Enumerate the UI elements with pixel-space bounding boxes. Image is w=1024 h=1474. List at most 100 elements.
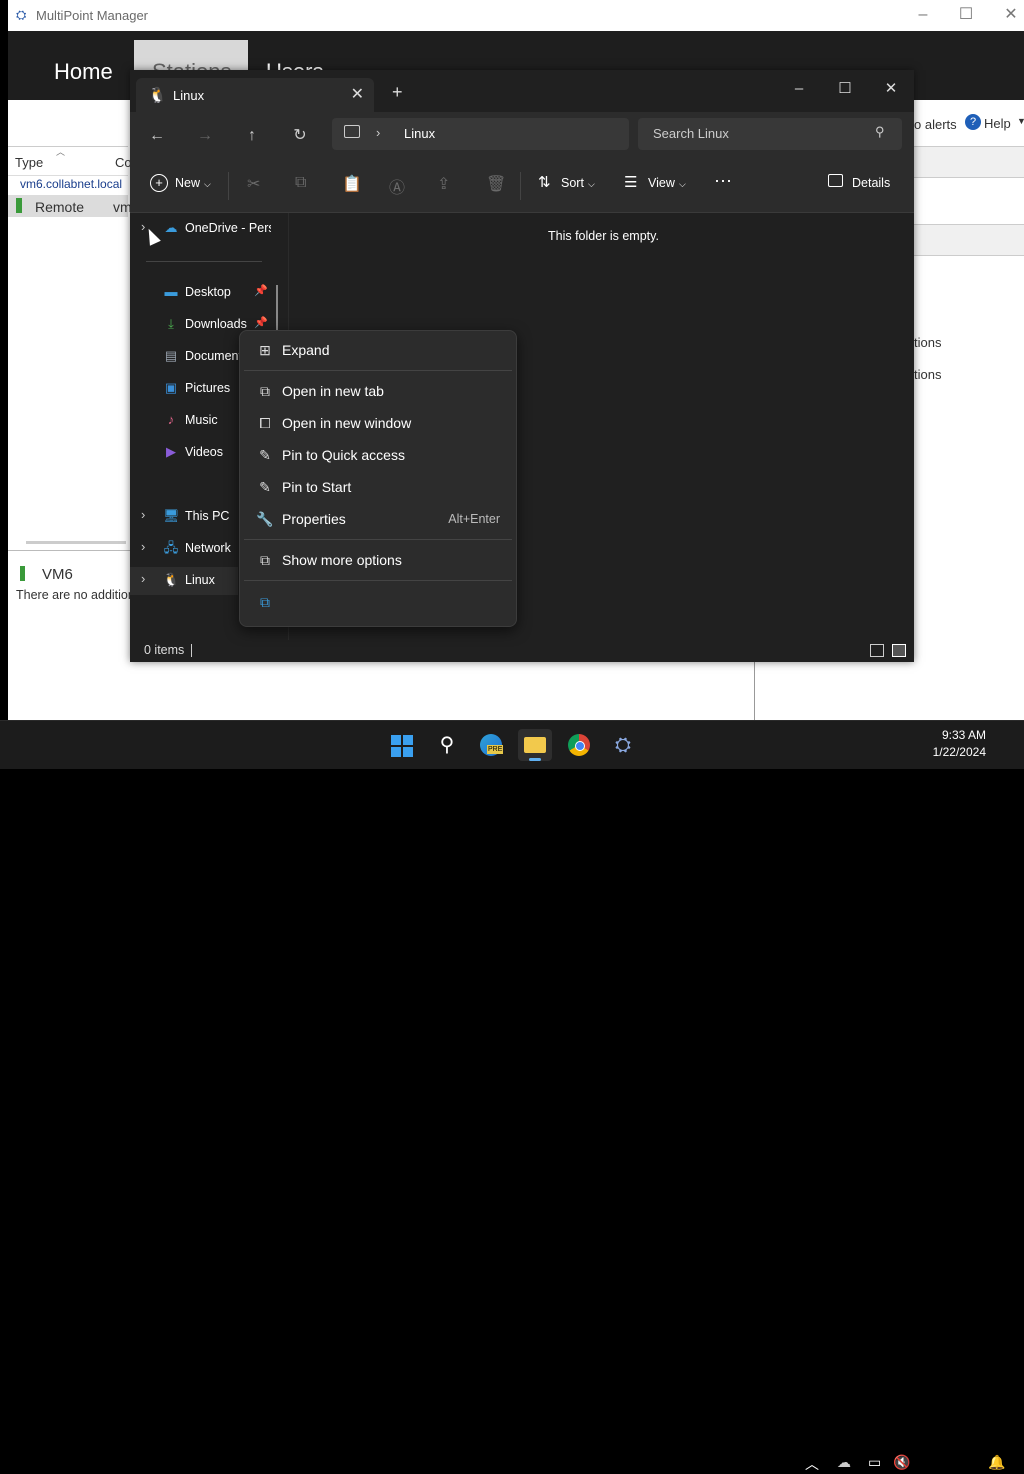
volume-muted-icon[interactable]: 🔇 — [893, 1454, 910, 1471]
network-icon: 🖧 — [163, 540, 179, 555]
rename-icon[interactable]: Ⓐ — [389, 174, 405, 198]
chevron-right-icon[interactable]: › — [141, 507, 145, 522]
pin-icon: 📌 — [254, 285, 268, 297]
minimize-button[interactable]: – — [776, 74, 822, 104]
back-arrow-icon[interactable]: ← — [145, 124, 169, 148]
onedrive-cloud-icon[interactable]: ☁ — [837, 1454, 851, 1471]
view-icon: ☰ — [624, 174, 638, 191]
search-input[interactable]: Search Linux — [653, 126, 729, 141]
cut-icon[interactable]: ✂ — [247, 174, 260, 194]
tiles-view-icon[interactable] — [892, 644, 906, 657]
menu-item-open-new-window[interactable]: ⧠ Open in new window — [244, 407, 512, 439]
nav-item-linux[interactable]: › 🐧 Linux — [130, 567, 238, 595]
mpm-scrollbar[interactable] — [26, 541, 126, 544]
pin-icon: ✎ — [259, 479, 271, 495]
mpm-title: MultiPoint Manager — [36, 8, 148, 23]
pin-icon: 📌 — [254, 317, 268, 329]
search-box[interactable]: Search Linux ⚲ — [638, 118, 902, 150]
more-options-icon: ⧉ — [260, 552, 270, 568]
menu-item-copy[interactable]: ⧉ — [244, 586, 512, 618]
start-button[interactable] — [385, 729, 419, 761]
menu-item-label: Open in new tab — [282, 383, 384, 399]
search-icon[interactable]: ⚲ — [430, 729, 464, 761]
up-arrow-icon[interactable]: ↑ — [240, 124, 264, 148]
mpm-col-type[interactable]: Type — [15, 155, 43, 170]
chevron-right-icon[interactable]: › — [141, 571, 145, 586]
chevron-right-icon[interactable]: › — [376, 125, 380, 140]
chevron-down-icon[interactable]: ▼ — [1017, 116, 1024, 126]
paste-icon[interactable]: 📋 — [342, 174, 362, 194]
explorer-tab[interactable]: 🐧 Linux ✕ — [136, 78, 374, 112]
nav-item-desktop[interactable]: ▬ Desktop 📌 — [130, 279, 288, 307]
mpm-right-text[interactable]: tions — [914, 367, 941, 382]
folder-icon — [524, 737, 546, 753]
mpm-close-button[interactable]: ✕ — [996, 4, 1024, 26]
more-options-icon[interactable]: ⋯ — [714, 171, 732, 192]
mpm-vm-desc: There are no addition — [16, 588, 135, 602]
help-icon[interactable]: ? — [965, 114, 981, 130]
chevron-down-icon[interactable]: ⌵ — [679, 179, 686, 190]
chrome-center-icon — [575, 741, 585, 751]
edge-browser-icon[interactable]: PRE — [474, 729, 508, 761]
close-tab-icon[interactable]: ✕ — [351, 84, 364, 104]
windows-logo-icon — [403, 747, 413, 757]
forward-arrow-icon[interactable]: → — [193, 124, 217, 148]
details-view-icon[interactable] — [870, 644, 884, 657]
menu-item-pin-quick-access[interactable]: ✎ Pin to Quick access — [244, 439, 512, 471]
nav-item-label: Music — [185, 413, 218, 427]
nav-item-label: Network — [185, 541, 231, 555]
mpm-minimize-button[interactable]: – — [908, 4, 938, 26]
menu-item-pin-start[interactable]: ✎ Pin to Start — [244, 471, 512, 503]
chevron-down-icon[interactable]: ⌵ — [588, 179, 595, 190]
videos-icon: ▶ — [166, 444, 176, 459]
menu-item-properties[interactable]: 🔧 Properties Alt+Enter — [244, 503, 512, 535]
delete-icon[interactable]: 🗑 — [486, 174, 506, 194]
close-button[interactable]: ✕ — [868, 74, 914, 104]
clock-date[interactable]: 1/22/2024 — [916, 745, 986, 759]
refresh-icon[interactable]: ↻ — [288, 124, 312, 148]
menu-separator — [244, 539, 512, 540]
chrome-icon[interactable] — [562, 729, 596, 761]
file-explorer-icon[interactable] — [518, 729, 552, 761]
view-button[interactable]: View — [648, 176, 675, 190]
this-pc-icon: 🖥 — [163, 508, 180, 523]
menu-item-open-new-tab[interactable]: ⧉ Open in new tab — [244, 375, 512, 407]
chevron-down-icon[interactable]: ⌵ — [204, 179, 211, 190]
maximize-button[interactable]: ☐ — [822, 74, 868, 104]
onedrive-cloud-icon: ☁ — [164, 220, 178, 235]
explorer-toolbar: + New ⌵ ✂ ⧉ 📋 Ⓐ ⇪ 🗑 ⇅ Sort ⌵ ☰ View ⌵ ⋯ … — [130, 158, 914, 213]
sort-button[interactable]: Sort — [561, 176, 584, 190]
search-icon[interactable]: ⚲ — [875, 124, 885, 140]
mpm-row-remote[interactable]: Remote vm — [8, 195, 132, 217]
share-icon[interactable]: ⇪ — [437, 174, 450, 194]
mpm-row-host[interactable]: vm6.collabnet.local — [20, 177, 122, 191]
chevron-up-icon[interactable]: ︿ — [805, 1454, 819, 1474]
copy-icon: ⧉ — [260, 594, 270, 610]
address-path[interactable]: Linux — [404, 126, 435, 141]
mpm-right-band — [913, 146, 1024, 178]
menu-item-shortcut: Alt+Enter — [448, 512, 500, 526]
mpm-maximize-button[interactable]: ☐ — [951, 4, 981, 26]
multipoint-manager-icon[interactable]: ⛭ — [606, 729, 640, 761]
mpm-tab-home[interactable]: Home — [54, 59, 113, 85]
explorer-tab-label: Linux — [173, 88, 205, 103]
menu-item-show-more-options[interactable]: ⧉ Show more options — [244, 544, 512, 576]
new-button[interactable]: New — [175, 176, 200, 190]
network-status-icon[interactable]: ▭ — [868, 1454, 881, 1471]
address-field[interactable]: › Linux — [332, 118, 629, 150]
details-button[interactable]: Details — [852, 176, 890, 190]
new-plus-icon: + — [150, 174, 168, 192]
mpm-right-text[interactable]: tions — [914, 335, 941, 350]
add-tab-icon[interactable]: + — [392, 82, 403, 103]
nav-item-label: Videos — [185, 445, 223, 459]
clock-time[interactable]: 9:33 AM — [926, 728, 986, 742]
chevron-right-icon[interactable]: › — [141, 539, 145, 554]
copy-icon[interactable]: ⧉ — [295, 174, 306, 192]
notification-bell-icon[interactable]: 🔔 — [988, 1454, 1005, 1471]
divider — [754, 660, 755, 720]
menu-item-expand[interactable]: ⊞ Expand — [244, 334, 512, 366]
nav-item-label: Downloads — [185, 317, 247, 331]
new-window-icon: ⧠ — [259, 415, 271, 431]
desktop-icon: ▬ — [164, 284, 178, 299]
mpm-help-link[interactable]: Help — [984, 116, 1011, 131]
